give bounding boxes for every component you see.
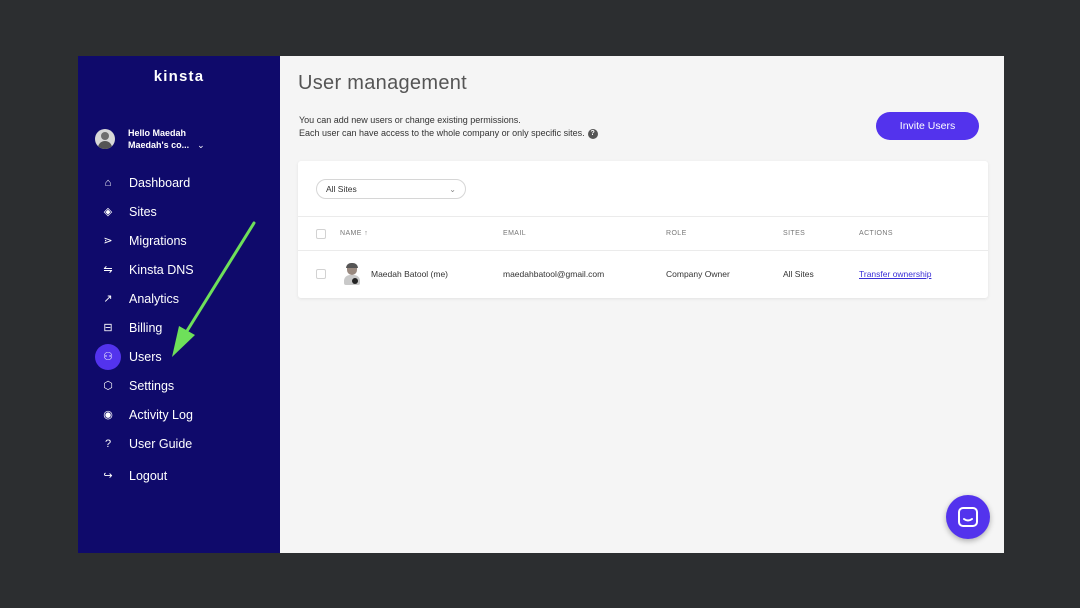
sidebar-item-kinsta-dns[interactable]: ⇋ Kinsta DNS [78,255,280,284]
sidebar-item-label: Sites [129,204,157,219]
layers-icon: ◈ [103,206,113,218]
user-name-cell: Maedah Batool (me) [343,251,448,297]
sidebar-item-label: Analytics [129,291,180,306]
chevron-down-icon: ⌄ [449,184,456,194]
add-user-icon: ⚇ [95,343,121,370]
col-header-role: ROLE [666,230,687,237]
page-description: You can add new users or change existing… [299,114,598,140]
transfer-ownership-link[interactable]: Transfer ownership [859,269,931,279]
select-all-checkbox[interactable] [316,229,326,239]
sort-arrow-icon: ↑ [364,230,369,237]
sidebar-item-analytics[interactable]: ↗ Analytics [78,284,280,313]
sidebar-item-label: User Guide [129,436,193,451]
sidebar-item-migrations[interactable]: ⋗ Migrations [78,226,280,255]
sidebar-nav: ⌂ Dashboard ◈ Sites ⋗ Migrations ⇋ Kinst… [78,168,280,490]
gear-icon: ⬡ [103,380,113,392]
chat-icon [958,507,978,527]
user-role: Company Owner [666,269,730,279]
col-header-name[interactable]: NAME ↑ [340,217,368,250]
account-switcher[interactable]: Hello Maedah Maedah's co... ⌄ [95,125,265,153]
description-line: Each user can have access to the whole c… [299,128,585,138]
app-window: kinsta Hello Maedah Maedah's co... ⌄ ⌂ D… [78,56,1004,553]
avatar [343,263,361,285]
description-line: You can add new users or change existing… [299,115,521,125]
site-filter-select[interactable]: All Sites ⌄ [316,179,466,199]
chat-support-button[interactable] [946,495,990,539]
sidebar-item-label: Dashboard [129,175,191,190]
sidebar-item-label: Migrations [129,233,187,248]
account-company: Maedah's co... [128,140,190,150]
sidebar-item-sites[interactable]: ◈ Sites [78,197,280,226]
account-greeting: Hello Maedah [128,128,187,138]
sidebar-item-dashboard[interactable]: ⌂ Dashboard [78,168,280,197]
help-icon: ? [104,437,112,450]
col-header-sites: SITES [783,230,806,237]
chevron-down-icon: ⌄ [197,139,205,150]
help-icon[interactable]: ? [587,128,598,139]
sidebar-item-label: Logout [129,468,168,483]
billing-icon: ⊟ [103,322,113,334]
main-content: User management You can add new users or… [280,56,1004,553]
table-header: NAME ↑ EMAIL ROLE SITES ACTIONS [298,216,988,251]
user-email: maedahbatool@gmail.com [503,269,605,279]
col-header-actions: ACTIONS [859,230,893,237]
table-row: Maedah Batool (me) maedahbatool@gmail.co… [298,251,988,297]
migrate-icon: ⋗ [103,235,113,247]
kinsta-logo[interactable]: kinsta [78,68,280,85]
logout-icon: ↪ [103,470,113,482]
sidebar-item-label: Settings [129,378,175,393]
eye-icon: ◉ [103,409,113,421]
invite-users-button[interactable]: Invite Users [876,112,979,140]
sidebar: kinsta Hello Maedah Maedah's co... ⌄ ⌂ D… [78,56,280,553]
sidebar-item-settings[interactable]: ⬡ Settings [78,371,280,400]
users-card: All Sites ⌄ NAME ↑ EMAIL ROLE SITES ACTI… [298,161,988,298]
user-sites: All Sites [783,269,814,279]
sidebar-item-billing[interactable]: ⊟ Billing [78,313,280,342]
row-checkbox[interactable] [316,269,326,279]
sidebar-item-logout[interactable]: ↪ Logout [78,461,280,490]
trend-icon: ↗ [103,293,113,305]
site-filter-value: All Sites [326,184,357,194]
sidebar-item-user-guide[interactable]: ? User Guide [78,429,280,458]
sidebar-item-users[interactable]: ⚇ Users [78,342,280,371]
sidebar-item-label: Kinsta DNS [129,262,194,277]
avatar [95,129,115,149]
page-title: User management [298,72,468,94]
dns-icon: ⇋ [103,264,113,276]
sidebar-item-label: Billing [129,320,163,335]
col-header-email: EMAIL [503,230,527,237]
sidebar-item-label: Activity Log [129,407,193,422]
user-name: Maedah Batool (me) [371,269,449,279]
sidebar-item-activity-log[interactable]: ◉ Activity Log [78,400,280,429]
home-icon: ⌂ [104,176,112,189]
sidebar-item-label: Users [129,349,162,364]
